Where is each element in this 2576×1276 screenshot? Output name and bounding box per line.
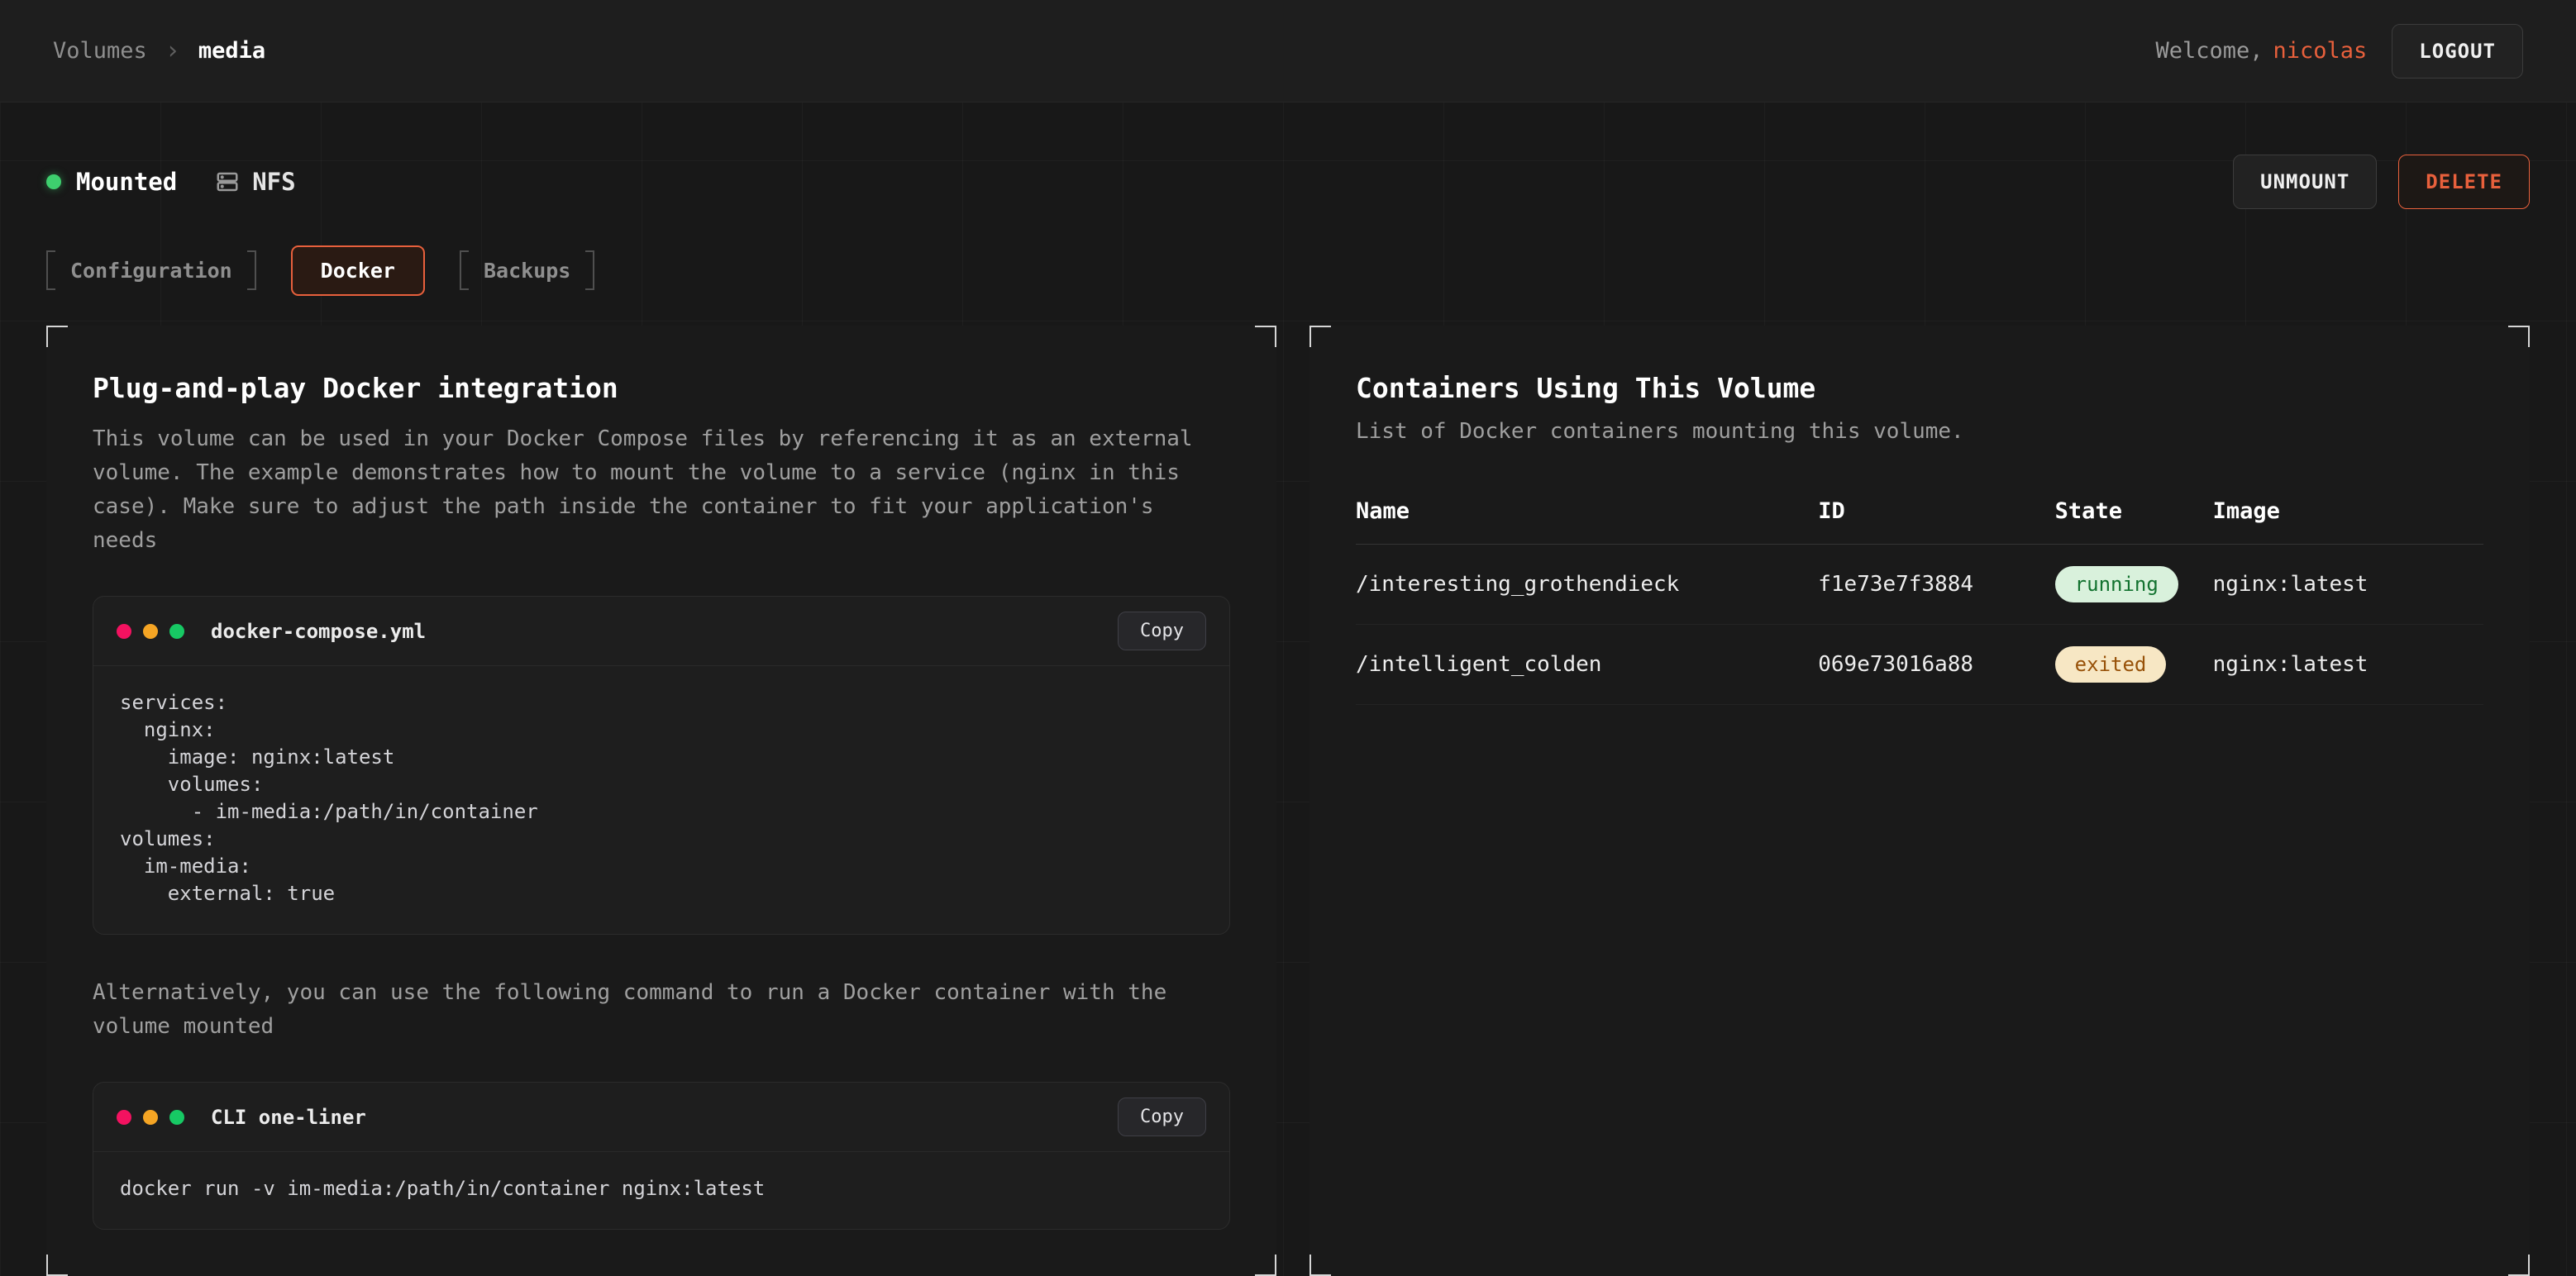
window-dot-amber-icon (143, 1110, 158, 1125)
breadcrumb-separator-icon: › (165, 36, 180, 65)
column-header-name: Name (1356, 485, 1818, 545)
tab-configuration-label: Configuration (70, 259, 232, 283)
cli-intro-text: Alternatively, you can use the following… (93, 976, 1217, 1044)
window-dot-green-icon (169, 624, 184, 639)
cli-code-content: docker run -v im-media:/path/in/containe… (93, 1152, 1229, 1229)
bracket-left-icon (46, 250, 55, 290)
delete-button[interactable]: DELETE (2398, 155, 2530, 209)
container-image: nginx:latest (2213, 625, 2483, 705)
breadcrumb: Volumes › media (53, 36, 265, 65)
header-right: Welcome, nicolas LOGOUT (2155, 24, 2523, 79)
docker-panel-title: Plug-and-play Docker integration (93, 372, 1230, 404)
containers-panel: Containers Using This Volume List of Doc… (1309, 326, 2530, 1276)
bracket-left-icon (460, 250, 469, 290)
column-header-id: ID (1818, 485, 2054, 545)
window-dot-red-icon (117, 624, 131, 639)
panel-corner (1309, 1255, 1331, 1276)
compose-code-header: docker-compose.yml Copy (93, 597, 1229, 666)
cli-code-card: CLI one-liner Copy docker run -v im-medi… (93, 1082, 1230, 1230)
cli-code-header: CLI one-liner Copy (93, 1083, 1229, 1152)
window-dot-green-icon (169, 1110, 184, 1125)
tab-docker-label: Docker (321, 259, 395, 283)
containers-panel-title: Containers Using This Volume (1356, 372, 2483, 404)
tab-docker[interactable]: Docker (291, 245, 425, 296)
compose-filename: docker-compose.yml (211, 620, 426, 643)
cli-filename: CLI one-liner (211, 1106, 366, 1129)
panel-corner (46, 1255, 68, 1276)
main-content: Mounted NFS UNMOUNT DELETE Configuration (0, 149, 2576, 1162)
cli-copy-button[interactable]: Copy (1118, 1097, 1206, 1136)
window-dot-amber-icon (143, 624, 158, 639)
status-badge: running (2055, 566, 2178, 602)
mounted-status-dot (46, 174, 61, 189)
panel-corner (1309, 326, 1331, 347)
table-row: /intelligent_colden 069e73016a88 exited … (1356, 625, 2483, 705)
column-header-state: State (2055, 485, 2213, 545)
containers-panel-subtitle: List of Docker containers mounting this … (1356, 419, 2483, 444)
compose-code-content: services: nginx: image: nginx:latest vol… (93, 666, 1229, 934)
bracket-right-icon (585, 250, 594, 290)
tab-configuration[interactable]: Configuration (46, 250, 256, 290)
compose-code-card: docker-compose.yml Copy services: nginx:… (93, 596, 1230, 935)
status-badge: exited (2055, 646, 2167, 683)
table-row: /interesting_grothendieck f1e73e7f3884 r… (1356, 545, 2483, 625)
window-dot-red-icon (117, 1110, 131, 1125)
panel-corner (2508, 326, 2530, 347)
panel-corner (46, 326, 68, 347)
volume-actions: UNMOUNT DELETE (2233, 155, 2530, 209)
compose-copy-button[interactable]: Copy (1118, 612, 1206, 650)
tab-backups[interactable]: Backups (460, 250, 594, 290)
tab-backups-label: Backups (484, 259, 570, 283)
mounted-status-label: Mounted (76, 168, 177, 196)
volume-type: NFS (215, 168, 295, 196)
nfs-server-icon (215, 169, 240, 194)
container-id: f1e73e7f3884 (1818, 545, 2054, 625)
panel-corner (1255, 326, 1276, 347)
username-text: nicolas (2273, 38, 2368, 64)
docker-integration-panel: Plug-and-play Docker integration This vo… (46, 326, 1276, 1276)
bracket-right-icon (247, 250, 256, 290)
column-header-image: Image (2213, 485, 2483, 545)
volume-tabs: Configuration Docker Backups (46, 240, 2530, 301)
volume-status-row: Mounted NFS UNMOUNT DELETE (46, 149, 2530, 215)
panel-corner (1255, 1255, 1276, 1276)
top-bar: Volumes › media Welcome, nicolas LOGOUT (0, 0, 2576, 102)
welcome-text: Welcome, (2155, 38, 2263, 64)
breadcrumb-volumes-link[interactable]: Volumes (53, 38, 147, 64)
unmount-button[interactable]: UNMOUNT (2233, 155, 2377, 209)
container-image: nginx:latest (2213, 545, 2483, 625)
panels-container: Plug-and-play Docker integration This vo… (46, 326, 2530, 1162)
panel-corner (2508, 1255, 2530, 1276)
logout-button[interactable]: LOGOUT (2392, 24, 2523, 79)
container-id: 069e73016a88 (1818, 625, 2054, 705)
docker-panel-description: This volume can be used in your Docker C… (93, 422, 1217, 558)
containers-table: Name ID State Image /interesting_grothen… (1356, 485, 2483, 705)
container-name: /intelligent_colden (1356, 625, 1818, 705)
container-name: /interesting_grothendieck (1356, 545, 1818, 625)
volume-type-label: NFS (252, 168, 295, 196)
table-header-row: Name ID State Image (1356, 485, 2483, 545)
breadcrumb-current-page: media (198, 38, 265, 64)
